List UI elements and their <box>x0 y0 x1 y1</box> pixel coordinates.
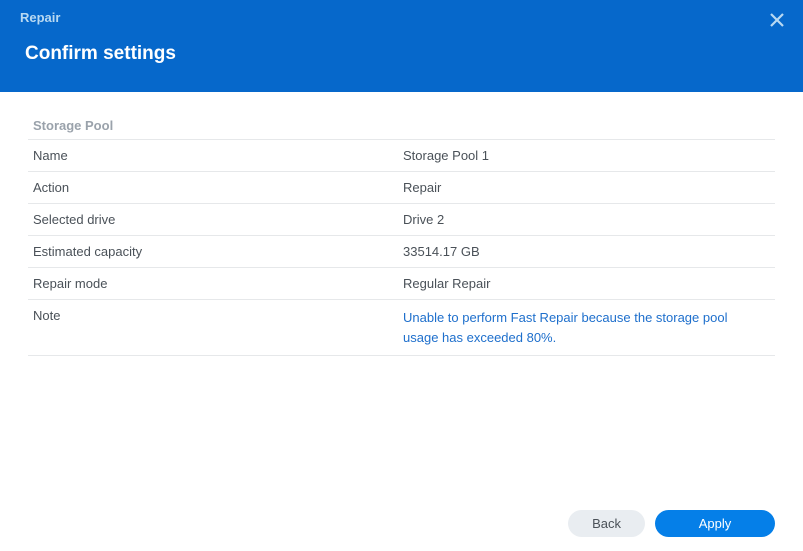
dialog-header: Repair Confirm settings <box>0 0 803 92</box>
row-name: Name Storage Pool 1 <box>28 140 775 172</box>
row-label: Estimated capacity <box>33 244 403 259</box>
dialog-footer: Back Apply <box>0 496 803 551</box>
row-action: Action Repair <box>28 172 775 204</box>
row-selected-drive: Selected drive Drive 2 <box>28 204 775 236</box>
row-value-note: Unable to perform Fast Repair because th… <box>403 308 770 347</box>
dialog-title: Repair <box>20 10 783 25</box>
row-label: Selected drive <box>33 212 403 227</box>
row-label: Note <box>33 308 403 347</box>
row-label: Name <box>33 148 403 163</box>
dialog-content: Storage Pool Name Storage Pool 1 Action … <box>0 92 803 356</box>
row-note: Note Unable to perform Fast Repair becau… <box>28 300 775 356</box>
row-repair-mode: Repair mode Regular Repair <box>28 268 775 300</box>
row-estimated-capacity: Estimated capacity 33514.17 GB <box>28 236 775 268</box>
row-value: Drive 2 <box>403 212 770 227</box>
back-button[interactable]: Back <box>568 510 645 537</box>
section-header: Storage Pool <box>28 112 775 140</box>
apply-button[interactable]: Apply <box>655 510 775 537</box>
row-value: Repair <box>403 180 770 195</box>
close-icon[interactable] <box>767 10 787 30</box>
dialog-subtitle: Confirm settings <box>25 43 783 65</box>
row-value: 33514.17 GB <box>403 244 770 259</box>
row-label: Action <box>33 180 403 195</box>
row-label: Repair mode <box>33 276 403 291</box>
row-value: Storage Pool 1 <box>403 148 770 163</box>
row-value: Regular Repair <box>403 276 770 291</box>
